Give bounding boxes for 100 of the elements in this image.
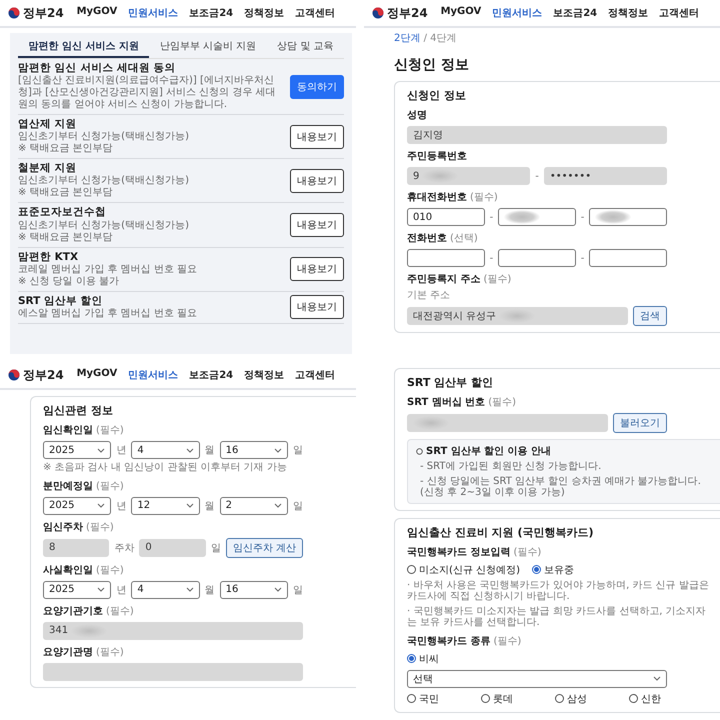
select-field[interactable]: 2025 <box>43 496 112 514</box>
service-title: 표준모자보건수첩 <box>18 206 107 220</box>
radio-option[interactable]: 보유중 <box>532 562 594 576</box>
tab[interactable]: 난임부부 시술비 지원 <box>149 35 267 58</box>
unit-label: - <box>580 252 584 264</box>
chevron-down-icon <box>97 446 106 454</box>
select-field[interactable]: 12 <box>131 496 200 514</box>
nav-link[interactable]: 민원서비스 <box>128 368 178 382</box>
circle-icon <box>416 448 423 454</box>
service-note: ※ 택배요금 본인부담 <box>18 232 114 244</box>
input-field[interactable] <box>589 208 667 226</box>
unit-label: 일 <box>292 500 303 512</box>
nav-link[interactable]: 정책정보 <box>608 6 648 20</box>
nav-link[interactable]: 민원서비스 <box>492 6 542 20</box>
unit-label: - <box>490 252 494 264</box>
chevron-down-icon <box>274 502 282 509</box>
input-field[interactable]: 010 <box>407 208 485 226</box>
select-field[interactable]: 4 <box>131 580 200 598</box>
chevron-down-icon <box>186 586 194 593</box>
field-tag: (필수) <box>96 423 124 437</box>
input-field[interactable] <box>498 249 576 267</box>
field-tag: (필수) <box>513 544 542 558</box>
action-button[interactable]: 불러오기 <box>613 413 667 433</box>
field-label: 국민행복카드 종류 <box>407 634 490 648</box>
nav-link[interactable]: MyGOV <box>440 6 482 20</box>
unit-label: 월 <box>204 500 215 512</box>
card-title: 임신관련 정보 <box>43 403 114 418</box>
nav-link[interactable]: 보조금24 <box>189 368 234 382</box>
select-field[interactable]: 16 <box>220 580 288 598</box>
input-field[interactable] <box>498 208 576 226</box>
field-label: 요양기관기호 <box>43 604 103 618</box>
nav-link[interactable]: 고객센터 <box>659 6 700 20</box>
logo-icon <box>8 369 20 381</box>
logo-text: 정부24 <box>387 4 428 22</box>
field-label: 국민행복카드 정보입력 <box>407 546 510 558</box>
logo-icon <box>372 7 384 19</box>
action-button[interactable]: 검색 <box>633 306 667 326</box>
unit-label: 월 <box>204 584 215 596</box>
nav-link[interactable]: 민원서비스 <box>128 6 178 20</box>
nav-link[interactable]: MyGOV <box>76 6 118 20</box>
nav-link[interactable]: 보조금24 <box>553 6 598 20</box>
nav-link[interactable]: 정책정보 <box>244 368 284 382</box>
service-note: ※ 신청 당일 이용 불가 <box>18 276 120 288</box>
view-button[interactable]: 내용보기 <box>290 124 344 149</box>
chevron-down-icon <box>186 446 194 454</box>
nav-link[interactable]: 고객센터 <box>295 6 336 20</box>
field-label: 임신확인일 <box>43 424 93 437</box>
service-note: ※ 택배요금 본인부담 <box>18 143 114 156</box>
field-sublabel: 기본 주소 <box>407 289 452 302</box>
field-label: 성명 <box>407 109 427 122</box>
radio-option[interactable]: 비씨 <box>407 652 469 666</box>
field-note: · 바우처 사용은 국민행복카드가 있어야 가능하며, 카드 신규 발급은 카드사에 직접 신청하시기 바랍니다. <box>407 580 710 602</box>
field-label: 주민등록지 주소 <box>407 273 480 286</box>
unit-label: 일 <box>210 542 221 554</box>
tab[interactable]: 상담 및 교육 <box>266 35 344 58</box>
nav-link[interactable]: 보조금24 <box>189 6 234 20</box>
field-tag: (필수) <box>96 478 124 492</box>
field-note: · 국민행복카드 미소지자는 발급 희망 카드사를 선택하고, 기소지자는 보유 카드사를 선택합니다. <box>407 606 707 628</box>
select-field[interactable]: 16 <box>220 441 288 459</box>
action-button[interactable]: 임신주차 계산 <box>226 538 303 558</box>
radio-option[interactable]: 미소지(신규 신청예정) <box>407 562 520 576</box>
select-field[interactable]: 2025 <box>43 580 112 598</box>
service-note: ※ 택배요금 본인부담 <box>18 187 114 200</box>
field-tag: (필수) <box>493 634 522 648</box>
service-title: 엽산제 지원 <box>18 118 78 132</box>
select-field[interactable]: 2 <box>220 496 288 514</box>
field-note: ※ 초음파 검사 내 임신낭이 관찰된 이후부터 기재 가능 <box>43 462 288 474</box>
nav-link[interactable]: 고객센터 <box>295 368 336 382</box>
field-label: 분만예정일 <box>43 480 93 492</box>
view-button[interactable]: 내용보기 <box>290 295 344 320</box>
nav-link[interactable]: MyGOV <box>76 368 118 382</box>
page-title: 신청인 정보 <box>394 56 470 74</box>
select-field[interactable]: 4 <box>131 441 200 459</box>
select-field[interactable]: 2025 <box>43 441 112 459</box>
agree-button[interactable]: 동의하기 <box>290 74 344 99</box>
view-button[interactable]: 내용보기 <box>290 168 344 193</box>
radio-option[interactable]: 삼성 <box>555 692 617 706</box>
field-label: 사실확인일 <box>43 564 93 576</box>
unit-label: 주차 <box>114 542 134 554</box>
service-title: SRT 임산부 할인 <box>18 294 104 308</box>
info-title: SRT 임산부 할인 이용 안내 <box>426 445 552 458</box>
field-label: 주민등록번호 <box>407 150 467 163</box>
input-field[interactable] <box>589 249 667 267</box>
field-label: 임신주차 <box>43 520 83 534</box>
tab[interactable]: 맘편한 임신 서비스 지원 <box>18 35 150 58</box>
field-label: SRT 멤버십 번호 <box>407 396 486 409</box>
select-field[interactable]: 선택 <box>407 670 667 688</box>
chevron-down-icon <box>653 675 661 682</box>
chevron-down-icon <box>274 446 282 454</box>
nav-link[interactable]: 정책정보 <box>244 6 284 20</box>
radio-option[interactable]: 롯데 <box>481 692 543 706</box>
view-button[interactable]: 내용보기 <box>290 212 344 237</box>
card-title: 임신출산 진료비 지원 (국민행복카드) <box>407 524 595 540</box>
radio-option[interactable]: 신한 <box>629 692 691 706</box>
input-field[interactable] <box>407 249 485 267</box>
service-description: [임신출산 진료비지원(의료급여수급자)] [에너지바우처신청]과 [산모신생아건강관리지원] 서비스 신청의 경우 세대원의 동의를 얻어야 서비스 신청이 가능합니다. <box>18 75 277 112</box>
view-button[interactable]: 내용보기 <box>290 257 344 282</box>
field-tag: (필수) <box>470 190 498 204</box>
radio-option[interactable]: 국민 <box>407 692 469 706</box>
info-text: - 신청 당일에는 SRT 임산부 할인 승차권 예매가 불가능합니다. (신청 후 2~3일 이후 이용 가능) <box>419 476 702 498</box>
